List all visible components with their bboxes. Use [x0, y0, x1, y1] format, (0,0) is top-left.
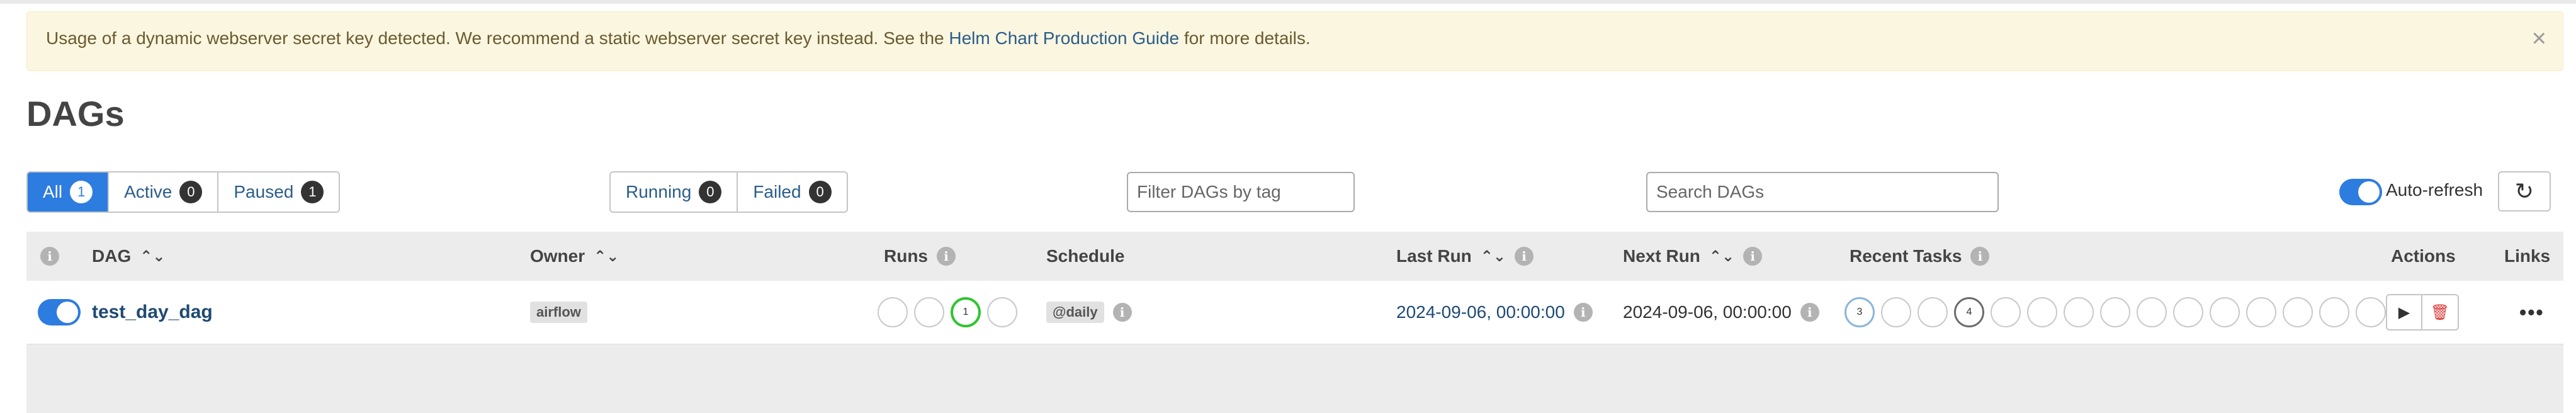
- close-icon[interactable]: ×: [2532, 26, 2546, 51]
- header-actions-label: Actions: [2391, 246, 2456, 266]
- filter-running-count: 0: [699, 181, 722, 203]
- header-schedule-label: Schedule: [1046, 246, 1125, 266]
- secret-key-alert: Usage of a dynamic webserver secret key …: [26, 11, 2563, 71]
- alert-text-after: for more details.: [1179, 28, 1311, 48]
- header-dag[interactable]: DAG ⌃⌄: [92, 232, 165, 281]
- task-state-circle[interactable]: [2319, 297, 2349, 327]
- task-state-circle[interactable]: [2283, 297, 2313, 327]
- header-owner[interactable]: Owner ⌃⌄: [530, 232, 619, 281]
- run-state-circle[interactable]: [987, 297, 1017, 327]
- top-border: [0, 0, 2576, 4]
- dags-table: i DAG ⌃⌄ Owner ⌃⌄ Runs i Schedule Last Run ⌃…: [26, 232, 2563, 413]
- auto-refresh-label: Auto-refresh: [2386, 180, 2483, 200]
- header-info: i: [40, 232, 59, 281]
- filter-paused-count: 1: [301, 181, 324, 203]
- sort-icon: ⌃⌄: [140, 247, 166, 265]
- owner-tag[interactable]: airflow: [530, 302, 587, 323]
- header-runs-label: Runs: [884, 246, 928, 266]
- page-title: DAGs: [26, 94, 125, 133]
- header-recent-tasks-label: Recent Tasks: [1850, 246, 1962, 266]
- filter-all-label: All: [43, 182, 63, 201]
- delete-dag-button[interactable]: 🗑: [2422, 294, 2459, 331]
- header-recent-tasks: Recent Tasks i: [1850, 232, 1990, 281]
- header-schedule: Schedule: [1046, 232, 1124, 281]
- task-state-circle[interactable]: [2064, 297, 2094, 327]
- task-state-circle[interactable]: [2210, 297, 2240, 327]
- trash-icon: 🗑: [2430, 303, 2450, 321]
- table-row: test_day_dag airflow 1 @daily i 2024-09-0…: [26, 281, 2563, 344]
- filter-failed-count: 0: [808, 181, 832, 203]
- task-state-circle[interactable]: 4: [1954, 297, 1984, 327]
- next-run-value: 2024-09-06, 00:00:00: [1623, 302, 1792, 322]
- run-state-circle-running[interactable]: 1: [951, 297, 981, 327]
- status-filter-group: All 1 Active 0 Paused 1: [26, 171, 341, 213]
- search-input[interactable]: [1646, 172, 1999, 212]
- info-icon[interactable]: i: [1573, 303, 1593, 322]
- header-links-label: Links: [2504, 246, 2551, 266]
- play-icon: ▶: [2398, 303, 2410, 321]
- run-state-circle[interactable]: [914, 297, 944, 327]
- refresh-icon: ↻: [2514, 178, 2534, 204]
- task-state-circle[interactable]: [2356, 297, 2386, 327]
- filter-paused-button[interactable]: Paused 1: [218, 173, 339, 212]
- header-dag-label: DAG: [92, 246, 132, 266]
- alert-text: Usage of a dynamic webserver secret key …: [46, 28, 1311, 48]
- task-state-circle[interactable]: [2100, 297, 2130, 327]
- task-state-circle[interactable]: [1881, 297, 1911, 327]
- header-next-run-label: Next Run: [1623, 246, 1700, 266]
- info-icon[interactable]: i: [1515, 247, 1534, 266]
- helm-guide-link[interactable]: Helm Chart Production Guide: [949, 28, 1179, 48]
- trigger-dag-button[interactable]: ▶: [2386, 294, 2422, 331]
- more-links-icon[interactable]: •••: [2519, 301, 2545, 324]
- actions-cell: ▶ 🗑: [2386, 281, 2459, 344]
- info-icon[interactable]: i: [1970, 247, 1990, 266]
- info-icon[interactable]: i: [1743, 247, 1763, 266]
- filter-all-count: 1: [70, 181, 93, 203]
- header-runs: Runs i: [884, 232, 956, 281]
- task-state-circle[interactable]: [2027, 297, 2057, 327]
- task-state-circle[interactable]: [1991, 297, 2021, 327]
- dag-pause-toggle[interactable]: [38, 299, 81, 325]
- task-state-circle[interactable]: [2173, 297, 2203, 327]
- task-state-circle[interactable]: 3: [1844, 297, 1875, 327]
- task-state-circle[interactable]: [2137, 297, 2167, 327]
- run-state-circle[interactable]: [878, 297, 908, 327]
- filter-paused-label: Paused: [234, 182, 294, 201]
- sort-icon: ⌃⌄: [594, 247, 619, 265]
- last-run-link[interactable]: 2024-09-06, 00:00:00: [1396, 302, 1565, 322]
- header-actions: Actions: [2391, 232, 2456, 281]
- header-owner-label: Owner: [530, 246, 585, 266]
- info-icon[interactable]: i: [1800, 303, 1819, 322]
- filter-running-button[interactable]: Running 0: [611, 173, 738, 212]
- task-state-circle[interactable]: [1918, 297, 1948, 327]
- filter-failed-button[interactable]: Failed 0: [738, 173, 846, 212]
- run-filter-group: Running 0 Failed 0: [609, 171, 848, 213]
- table-header: i DAG ⌃⌄ Owner ⌃⌄ Runs i Schedule Last Run ⌃…: [26, 232, 2563, 281]
- header-last-run[interactable]: Last Run ⌃⌄ i: [1396, 232, 1534, 281]
- sort-icon: ⌃⌄: [1709, 247, 1735, 265]
- info-icon: i: [40, 247, 59, 266]
- recent-tasks-cell: 3 4: [1844, 281, 2392, 344]
- filter-active-button[interactable]: Active 0: [109, 173, 219, 212]
- filter-active-label: Active: [124, 182, 172, 201]
- filter-running-label: Running: [626, 182, 692, 201]
- schedule-tag: @daily: [1046, 302, 1104, 323]
- filter-all-button[interactable]: All 1: [28, 173, 110, 212]
- filter-active-count: 0: [179, 181, 203, 203]
- header-next-run[interactable]: Next Run ⌃⌄ i: [1623, 232, 1763, 281]
- header-links: Links: [2504, 232, 2550, 281]
- header-last-run-label: Last Run: [1396, 246, 1472, 266]
- dag-id-link[interactable]: test_day_dag: [92, 302, 213, 323]
- runs-cell: 1: [878, 281, 1024, 344]
- alert-text-before: Usage of a dynamic webserver secret key …: [46, 28, 949, 48]
- tag-filter-input[interactable]: [1127, 172, 1355, 212]
- sort-icon: ⌃⌄: [1480, 247, 1506, 265]
- task-state-circle[interactable]: [2246, 297, 2276, 327]
- info-icon[interactable]: i: [937, 247, 956, 266]
- info-icon[interactable]: i: [1112, 303, 1132, 322]
- refresh-button[interactable]: ↻: [2498, 171, 2551, 212]
- filter-failed-label: Failed: [753, 182, 801, 201]
- auto-refresh-toggle[interactable]: [2339, 179, 2382, 205]
